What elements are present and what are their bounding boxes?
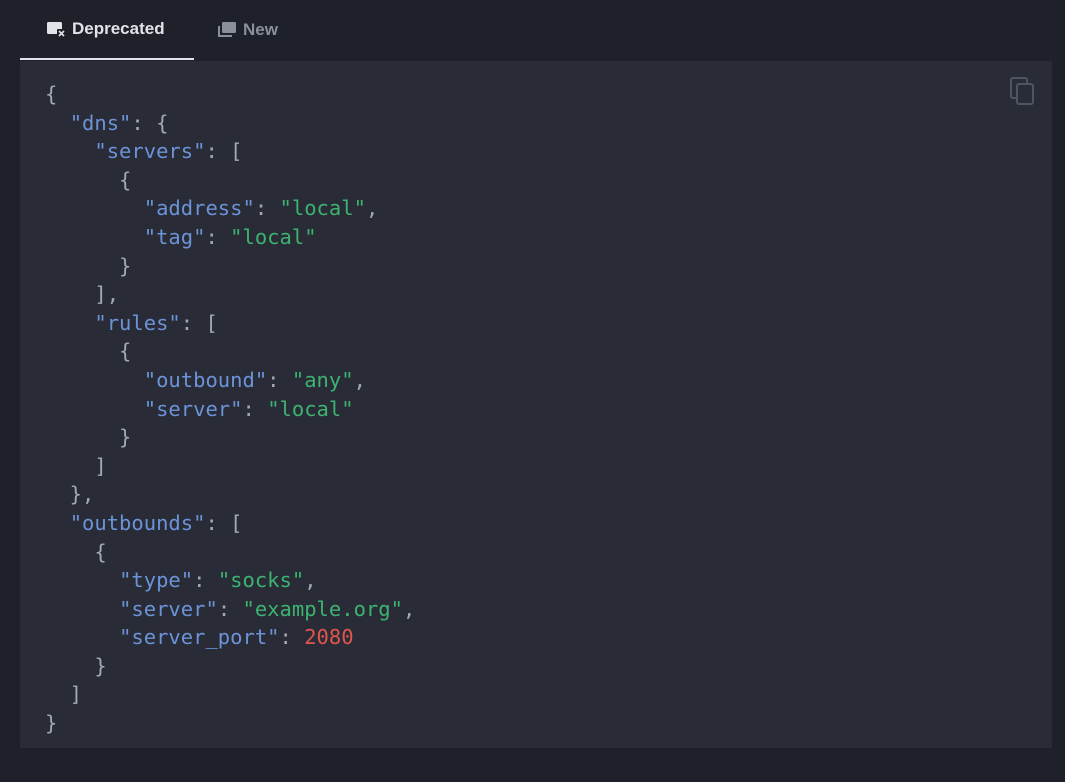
json-punctuation: , — [353, 367, 366, 392]
json-punctuation: : — [267, 367, 292, 392]
json-punctuation: : [ — [205, 510, 243, 535]
json-punctuation: ], — [45, 282, 120, 307]
json-punctuation: ] — [45, 453, 107, 478]
code-line: "address": "local", — [45, 196, 379, 221]
json-punctuation — [45, 625, 119, 649]
code-line: ] — [45, 453, 107, 478]
json-key: "outbounds" — [69, 510, 206, 535]
json-punctuation: { — [45, 539, 107, 564]
json-punctuation — [45, 311, 94, 335]
code-line: ] — [45, 682, 82, 706]
json-punctuation — [45, 511, 70, 535]
json-punctuation — [45, 196, 144, 220]
windows-icon — [218, 22, 236, 37]
code-line: "servers": [ — [45, 139, 243, 164]
code-line: "type": "socks", — [45, 568, 317, 592]
code-line: { — [45, 339, 131, 363]
json-key: "server_port" — [119, 625, 280, 650]
code-line: "server_port": 2080 — [45, 625, 354, 649]
tab-deprecated[interactable]: Deprecated — [20, 0, 194, 60]
json-punctuation: : — [205, 224, 231, 249]
json-key: "server" — [119, 596, 218, 621]
code-line: "tag": "local" — [45, 225, 317, 249]
json-punctuation: , — [402, 596, 416, 621]
json-punctuation: } — [45, 653, 107, 678]
json-punctuation — [45, 568, 119, 592]
json-punctuation: : — [254, 196, 280, 221]
json-punctuation: : [ — [180, 310, 218, 335]
code-line: "outbound": "any", — [45, 368, 366, 392]
code-line: } — [45, 254, 131, 278]
json-key: "rules" — [94, 310, 181, 335]
code-line: "dns": { — [45, 110, 169, 135]
json-key: "address" — [143, 196, 255, 221]
json-punctuation: : — [242, 396, 268, 421]
json-punctuation: } — [45, 253, 132, 278]
json-punctuation: : — [193, 568, 218, 593]
json-key: "servers" — [94, 139, 206, 164]
code-line: } — [45, 425, 131, 449]
json-punctuation: ] — [45, 682, 83, 707]
json-string: "local" — [230, 224, 317, 249]
json-punctuation: : — [217, 596, 243, 621]
json-punctuation — [45, 397, 144, 421]
code-line: } — [45, 711, 57, 735]
json-key: "tag" — [143, 224, 206, 249]
json-key: "dns" — [69, 110, 132, 135]
json-string: "local" — [279, 196, 366, 221]
json-key: "server" — [143, 396, 243, 421]
json-punctuation: , — [365, 196, 379, 221]
tab-label: New — [243, 20, 278, 39]
json-string: "any" — [291, 367, 354, 392]
json-string: "example.org" — [242, 596, 403, 621]
code-line: } — [45, 653, 107, 678]
json-punctuation — [45, 597, 119, 621]
code-line: "outbounds": [ — [45, 510, 243, 535]
code-line: { — [45, 168, 131, 192]
json-key: "outbound" — [143, 367, 268, 392]
copy-icon[interactable] — [1008, 77, 1036, 107]
code-content: { "dns": { "servers": [ { "address": "lo… — [45, 80, 415, 738]
deprecated-window-icon — [47, 22, 66, 38]
tab-new[interactable]: New — [217, 0, 307, 60]
json-punctuation: : — [279, 625, 305, 650]
json-punctuation: : [ — [205, 139, 243, 164]
json-punctuation: { — [45, 339, 132, 364]
json-punctuation: }, — [45, 482, 95, 507]
json-punctuation: { — [45, 167, 132, 192]
json-punctuation: { — [45, 82, 58, 106]
json-punctuation: } — [45, 711, 58, 736]
json-punctuation: } — [45, 425, 132, 450]
code-line: { — [45, 82, 57, 106]
code-line: "server": "local" — [45, 397, 354, 421]
json-punctuation — [45, 111, 70, 135]
json-number: 2080 — [304, 625, 354, 650]
json-punctuation: , — [304, 568, 317, 593]
json-punctuation — [45, 368, 144, 392]
code-line: "rules": [ — [45, 310, 218, 335]
code-tabs: Deprecated New — [20, 0, 1052, 62]
code-line: }, — [45, 482, 95, 507]
json-string: "socks" — [217, 568, 305, 593]
json-punctuation — [45, 139, 94, 163]
json-string: "local" — [267, 396, 354, 421]
code-line: "server": "example.org", — [45, 597, 415, 621]
code-line: { — [45, 539, 107, 564]
tab-label: Deprecated — [72, 19, 165, 38]
json-punctuation — [45, 225, 144, 249]
code-line: ], — [45, 282, 119, 306]
json-key: "type" — [119, 568, 194, 593]
json-punctuation: : { — [131, 110, 169, 135]
